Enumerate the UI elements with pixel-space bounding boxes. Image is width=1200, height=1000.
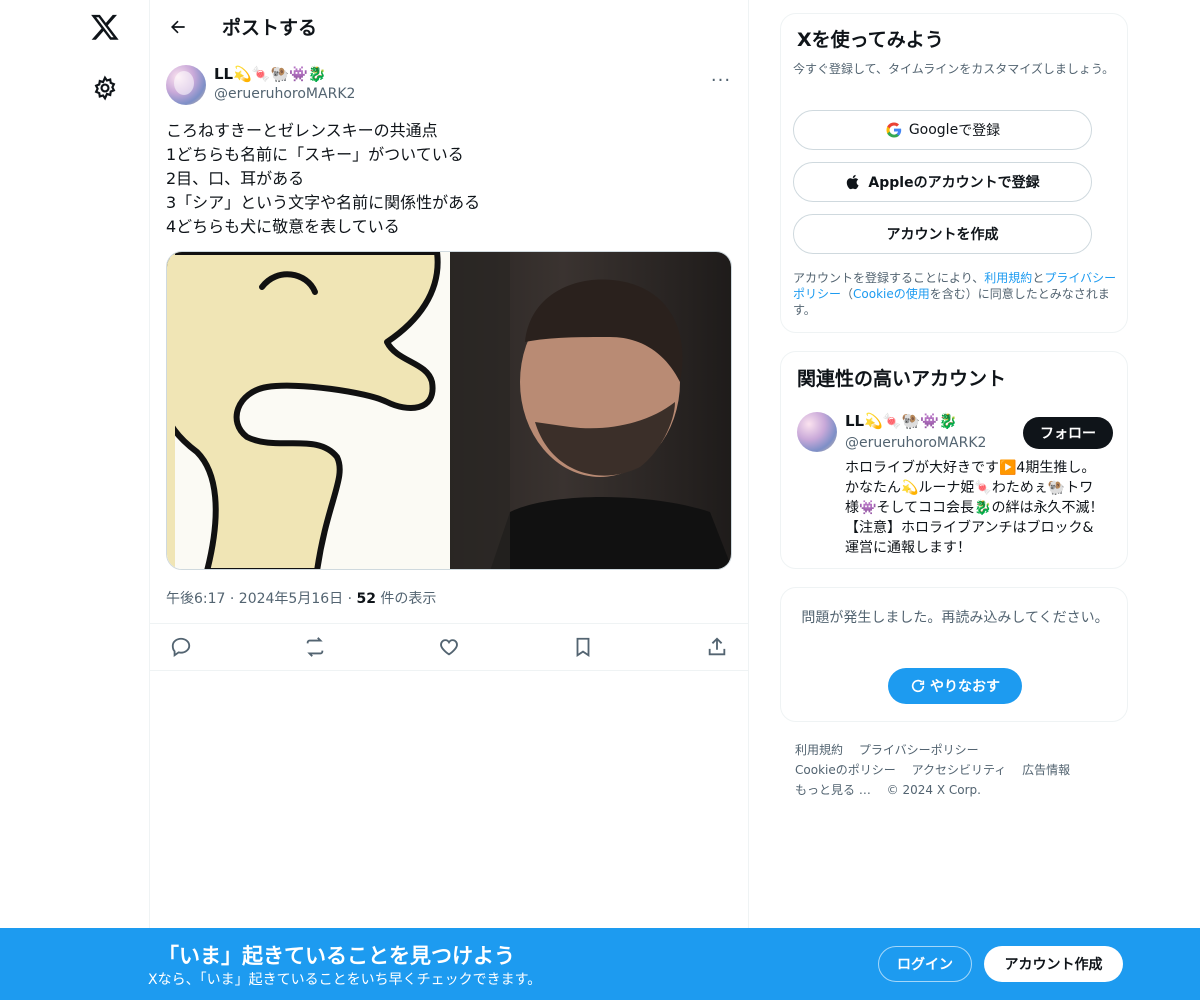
- login-button[interactable]: ログイン: [878, 946, 972, 982]
- footer-cookie[interactable]: Cookieのポリシー: [795, 763, 896, 777]
- repost-icon[interactable]: [304, 636, 326, 658]
- page-header: ポストする: [150, 0, 748, 53]
- footer-privacy[interactable]: プライバシーポリシー: [859, 743, 979, 757]
- left-nav: [0, 0, 150, 1000]
- footer-more[interactable]: もっと見る …: [795, 783, 871, 797]
- error-card: 問題が発生しました。再読み込みしてください。 やりなおす: [780, 587, 1128, 722]
- legal-and: と: [1032, 271, 1045, 285]
- apple-button-label: Appleのアカウントで登録: [868, 175, 1040, 191]
- google-signup-button[interactable]: Google で登録: [793, 110, 1092, 150]
- post-time[interactable]: 午後6:17 · 2024年5月16日 ·: [166, 591, 357, 607]
- avatar[interactable]: [166, 65, 206, 105]
- banner-subtitle: Xなら、「いま」起きていることをいち早くチェックできます。: [148, 972, 542, 988]
- legal-notice: アカウントを登録することにより、利用規約とプライバシーポリシー（Cookieの使…: [793, 270, 1119, 318]
- google-button-name: Google: [908, 122, 959, 138]
- banner-title: 「いま」起きていることを見つけよう: [158, 944, 515, 968]
- terms-link[interactable]: 利用規約: [984, 271, 1032, 285]
- view-label: 件の表示: [375, 591, 437, 607]
- main-column: ポストする LL💫🍬🐏👾🐉 @erueruhoroMARK2 ··· ころねすき…: [150, 0, 749, 1000]
- footer-terms[interactable]: 利用規約: [795, 743, 843, 757]
- cartoon-drawing: [167, 252, 441, 569]
- avatar[interactable]: [797, 412, 837, 452]
- share-icon[interactable]: [706, 636, 728, 658]
- author-handle[interactable]: @erueruhoroMARK2: [214, 86, 355, 102]
- follow-button[interactable]: フォロー: [1023, 417, 1113, 449]
- account-bio: ホロライブが大好きです▶️4期生推し。かなたん💫ルーナ姫🍬わためぇ🐏トワ様👾そし…: [845, 460, 1104, 556]
- signup-subtitle: 今すぐ登録して、タイムラインをカスタマイズしましょう。: [793, 62, 1115, 76]
- account-handle[interactable]: @erueruhoroMARK2: [845, 435, 986, 451]
- gear-icon[interactable]: [92, 75, 118, 101]
- signup-card: Xを使ってみよう 今すぐ登録して、タイムラインをカスタマイズしましょう。 Goo…: [780, 13, 1128, 333]
- author-name[interactable]: LL💫🍬🐏👾🐉: [214, 65, 327, 83]
- google-button-suffix: で登録: [958, 123, 1001, 139]
- google-icon: [886, 122, 902, 138]
- like-icon[interactable]: [438, 636, 460, 658]
- more-options-icon[interactable]: ···: [709, 68, 733, 92]
- post-media[interactable]: [166, 251, 732, 570]
- relevant-title: 関連性の高いアカウント: [797, 368, 1007, 390]
- signup-button[interactable]: アカウント作成: [984, 946, 1123, 982]
- retry-button[interactable]: やりなおす: [888, 668, 1022, 704]
- create-account-button[interactable]: アカウントを作成: [793, 214, 1092, 254]
- bookmark-icon[interactable]: [572, 636, 594, 658]
- x-logo-icon[interactable]: [90, 12, 120, 42]
- legal-text: アカウントを登録することにより、: [793, 271, 985, 285]
- view-count: 52: [356, 591, 376, 607]
- back-button[interactable]: [160, 9, 196, 45]
- media-image-left[interactable]: [167, 252, 450, 569]
- footer-copyright: © 2024 X Corp.: [886, 783, 981, 797]
- relevant-accounts-card: 関連性の高いアカウント LL💫🍬🐏👾🐉 @erueruhoroMARK2 フォロ…: [780, 351, 1128, 569]
- post-actions: [150, 623, 749, 671]
- apple-icon: [847, 174, 859, 190]
- cookie-link[interactable]: Cookieの使用: [853, 287, 930, 301]
- arrow-left-icon: [171, 20, 185, 33]
- footer-accessibility[interactable]: アクセシビリティ: [912, 763, 1007, 777]
- error-message: 問題が発生しました。再読み込みしてください。: [801, 610, 1109, 626]
- account-name[interactable]: LL💫🍬🐏👾🐉: [845, 412, 958, 430]
- signup-title: Xを使ってみよう: [797, 29, 944, 51]
- page-title: ポストする: [222, 17, 318, 39]
- create-account-label: アカウントを作成: [886, 227, 999, 243]
- media-image-right[interactable]: [450, 252, 731, 569]
- post-author: LL💫🍬🐏👾🐉 @erueruhoroMARK2 ···: [166, 64, 733, 108]
- refresh-icon: [911, 679, 925, 693]
- retry-label: やりなおす: [930, 679, 1000, 695]
- legal-paren: （: [841, 287, 854, 301]
- footer-ads[interactable]: 広告情報: [1022, 763, 1070, 777]
- post-text: ころねすきーとゼレンスキーの共通点 1どちらも名前に「スキー」がついている 2目…: [166, 121, 481, 236]
- signup-banner: 「いま」起きていることを見つけよう Xなら、「いま」起きていることをいち早くチェ…: [0, 928, 1200, 1000]
- portrait-photo: [450, 252, 731, 569]
- footer-links: 利用規約 プライバシーポリシー Cookieのポリシー アクセシビリティ 広告情…: [795, 740, 1125, 800]
- post-timestamp: 午後6:17 · 2024年5月16日 · 52 件の表示: [166, 588, 436, 608]
- apple-signup-button[interactable]: Appleのアカウントで登録: [793, 162, 1092, 202]
- reply-icon[interactable]: [170, 636, 192, 658]
